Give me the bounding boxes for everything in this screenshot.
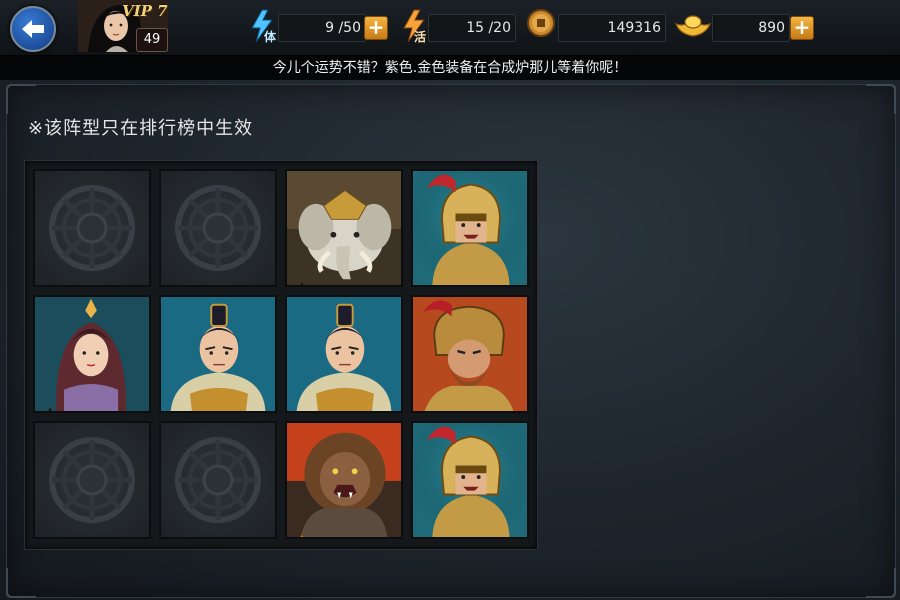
hero-slot-golden-helmet-warrior[interactable]: [411, 421, 529, 539]
star-empty-icon: [48, 407, 52, 411]
top-bar: VIP 7 49 体 9 /50 + 活 15 /20 149316 890 +: [0, 0, 900, 56]
formation-note: ※该阵型只在排行榜中生效: [28, 118, 254, 139]
empty-slot-emblem-icon: [49, 185, 135, 271]
panel-corner-ornament: [6, 84, 36, 114]
back-button[interactable]: [10, 6, 56, 52]
hero-portrait-golden-helmet-warrior: [413, 171, 527, 285]
empty-formation-slot[interactable]: [33, 169, 151, 287]
hero-slot-golden-helmet-warrior[interactable]: [411, 169, 529, 287]
stamina-counter: 9 /50: [278, 14, 366, 42]
hero-slot-female-general[interactable]: [33, 295, 151, 413]
empty-formation-slot[interactable]: [159, 421, 277, 539]
hero-portrait-young-strategist: [287, 297, 401, 411]
hero-portrait-female-general: [35, 297, 149, 411]
panel-corner-ornament: [866, 84, 896, 114]
panel-corner-ornament: [6, 568, 36, 598]
copper-coin-icon: [527, 9, 555, 37]
add-stamina-button[interactable]: +: [364, 16, 388, 40]
hero-slot-young-strategist[interactable]: [285, 295, 403, 413]
panel-corner-ornament: [866, 568, 896, 598]
empty-formation-slot[interactable]: [159, 169, 277, 287]
empty-slot-emblem-icon: [49, 437, 135, 523]
formation-grid: [24, 160, 538, 550]
back-arrow-icon: [22, 20, 44, 38]
gold-ingot-icon: [674, 15, 712, 37]
coin-counter: 149316: [558, 14, 666, 42]
hero-slot-young-strategist[interactable]: [159, 295, 277, 413]
empty-slot-emblem-icon: [175, 437, 261, 523]
hero-portrait-beast-lion-warrior: [287, 423, 401, 537]
announcement-ticker: 今儿个运势不错？紫色.金色装备在合成炉那儿等着你呢！: [0, 56, 900, 80]
empty-formation-slot[interactable]: [33, 421, 151, 539]
hero-portrait-white-war-elephant: [287, 171, 401, 285]
hero-portrait-bearded-general: [413, 297, 527, 411]
hero-slot-bearded-general[interactable]: [411, 295, 529, 413]
player-level-badge: 49: [136, 28, 168, 52]
star-filled-icon: [300, 533, 304, 537]
star-empty-icon: [300, 281, 304, 285]
vip-label: VIP 7: [122, 2, 168, 20]
empty-slot-emblem-icon: [175, 185, 261, 271]
activity-counter: 15 /20: [428, 14, 516, 42]
activity-char: 活: [414, 30, 427, 44]
stamina-char: 体: [264, 30, 277, 44]
hero-portrait-young-strategist: [161, 297, 275, 411]
hero-slot-beast-lion-warrior[interactable]: [285, 421, 403, 539]
hero-slot-white-war-elephant[interactable]: [285, 169, 403, 287]
hero-portrait-golden-helmet-warrior: [413, 423, 527, 537]
add-ingot-button[interactable]: +: [790, 16, 814, 40]
ingot-counter: 890: [712, 14, 790, 42]
